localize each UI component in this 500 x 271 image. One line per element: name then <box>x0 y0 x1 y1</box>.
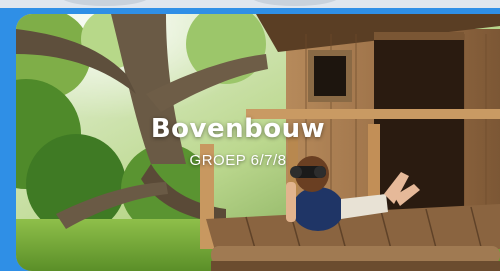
card-subtitle: GROEP 6/7/8 <box>189 152 287 169</box>
card-title: Bovenbouw <box>150 114 326 144</box>
top-strip <box>0 0 500 8</box>
decor-shape <box>250 0 340 6</box>
decor-shape <box>60 0 150 6</box>
promo-frame: Bovenbouw GROEP 6/7/8 <box>0 0 500 271</box>
group-card-bovenbouw[interactable]: Bovenbouw GROEP 6/7/8 <box>16 14 500 271</box>
